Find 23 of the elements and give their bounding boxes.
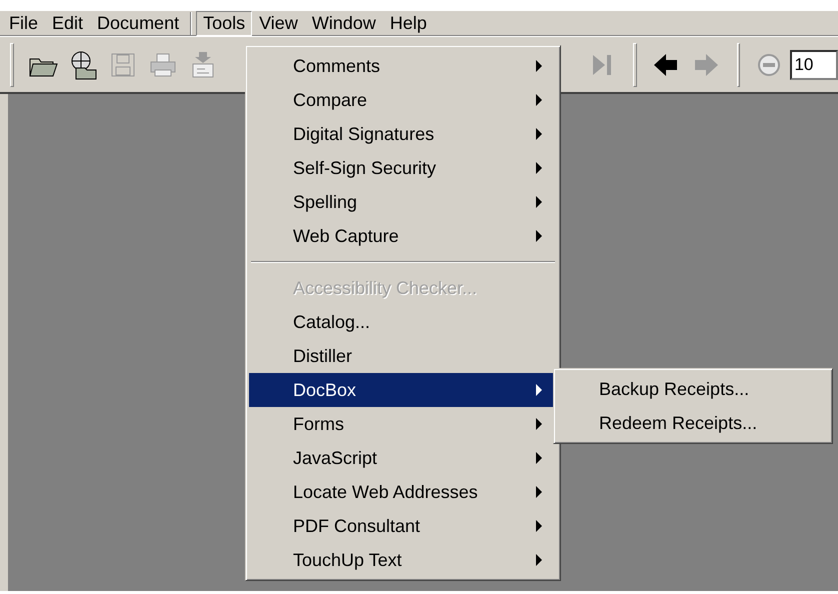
menu-item[interactable]: Forms <box>249 407 557 441</box>
zoom-field[interactable]: 10 <box>790 50 838 80</box>
menu-item[interactable]: Spelling <box>249 185 557 219</box>
menu-item[interactable]: Locate Web Addresses <box>249 475 557 509</box>
menu-item[interactable]: Backup Receipts... <box>557 372 829 406</box>
menu-item[interactable]: Help <box>382 10 434 36</box>
menu-item[interactable]: JavaScript <box>249 441 557 475</box>
menu-item[interactable]: Tools <box>196 10 252 36</box>
menu-item[interactable]: Window <box>304 10 383 36</box>
menu-item[interactable]: TouchUp Text <box>249 543 557 577</box>
menu-item[interactable]: Catalog... <box>249 305 557 339</box>
menu-item[interactable]: Document <box>90 10 186 36</box>
menu-item[interactable]: File <box>2 10 46 36</box>
menu-item[interactable]: PDF Consultant <box>249 509 557 543</box>
menu-item[interactable]: Redeem Receipts... <box>557 406 829 440</box>
menu-item[interactable]: Self-Sign Security <box>249 151 557 185</box>
menu-item[interactable]: Edit <box>45 10 90 36</box>
menu-item[interactable]: Web Capture <box>249 219 557 253</box>
menu-item[interactable]: Distiller <box>249 339 557 373</box>
menu-item[interactable]: Comments <box>249 49 557 83</box>
menu-item[interactable]: Digital Signatures <box>249 117 557 151</box>
menu-item[interactable]: View <box>252 10 305 36</box>
menu-item[interactable]: Compare <box>249 83 557 117</box>
